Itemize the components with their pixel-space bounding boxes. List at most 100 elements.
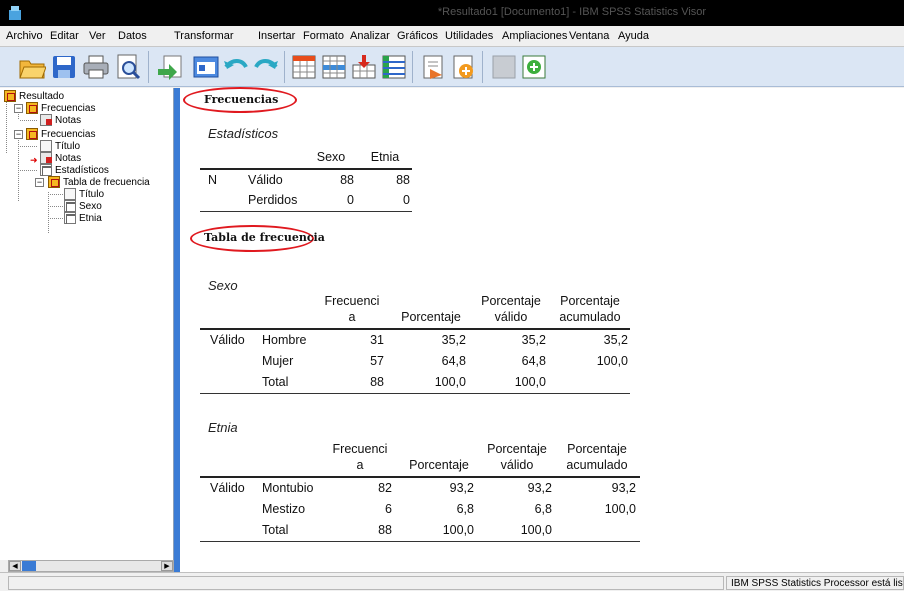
export-icon[interactable] <box>156 53 184 81</box>
stats-table-title: Estadísticos <box>208 126 279 141</box>
outline-pane[interactable]: Resultado − Frecuencias Notas − Frecuenc… <box>0 88 174 560</box>
title-bar: *Resultado1 [Documento1] - IBM SPSS Stat… <box>0 0 904 26</box>
toolbar <box>0 47 904 87</box>
pct-cell: 93,2 <box>449 481 474 495</box>
tree-item-titulo-1[interactable]: Título <box>40 140 80 152</box>
col-header: válido <box>500 458 534 472</box>
col-header: a <box>356 458 364 472</box>
col-header: Porcentaje <box>409 458 469 472</box>
status-bar: IBM SPSS Statistics Processor está listo <box>0 572 904 591</box>
tree-item-label: Estadísticos <box>55 164 109 176</box>
tree-connector <box>6 96 7 154</box>
collapse-icon[interactable]: − <box>35 178 44 187</box>
toolbar-separator <box>482 51 483 83</box>
collapse-icon[interactable]: − <box>14 130 23 139</box>
save-icon[interactable] <box>50 53 78 81</box>
pct-cell: 6,8 <box>456 502 474 516</box>
undo-icon[interactable] <box>222 53 250 81</box>
toolbar-separator <box>284 51 285 83</box>
toolbar-separator <box>412 51 413 83</box>
tree-item-notas-2[interactable]: Notas <box>40 152 81 164</box>
tree-item-etnia[interactable]: Etnia <box>64 212 102 224</box>
notes-icon <box>40 114 52 126</box>
col-header: Porcentaje <box>560 294 620 308</box>
valid-cell: 93,2 <box>527 481 552 495</box>
stats-col-etnia: Etnia <box>370 150 400 164</box>
menu-formato[interactable]: Formato <box>303 30 344 42</box>
tree-item-label: Resultado <box>19 90 65 102</box>
insert-output-icon[interactable] <box>420 53 448 81</box>
print-icon[interactable] <box>82 53 110 81</box>
open-icon[interactable] <box>18 53 46 81</box>
valid-cell: 64,8 <box>521 354 546 368</box>
processor-status: IBM SPSS Statistics Processor está listo <box>726 576 904 590</box>
valid-cell: 100,0 <box>514 375 546 389</box>
menu-analizar[interactable]: Analizar <box>350 30 390 42</box>
tree-item-label: Notas <box>55 114 82 126</box>
notes-icon <box>40 152 52 164</box>
scroll-right-icon[interactable]: ▶ <box>161 561 173 571</box>
tree-item-tabla-frecuencia[interactable]: Tabla de frecuencia <box>48 176 150 188</box>
tree-item-resultado[interactable]: Resultado <box>4 90 64 102</box>
current-item-arrow-icon: ➜ <box>30 155 38 165</box>
table-rule <box>200 211 412 212</box>
tree-item-notas-1[interactable]: Notas <box>40 114 81 126</box>
pct-cell: 100,0 <box>434 375 466 389</box>
menu-ver[interactable]: Ver <box>89 30 106 42</box>
chart-builder-icon[interactable] <box>490 53 518 81</box>
scroll-thumb[interactable] <box>22 561 36 571</box>
collapse-icon[interactable]: − <box>14 104 23 113</box>
menu-archivo[interactable]: Archivo <box>6 30 43 42</box>
pct-cell: 64,8 <box>441 354 466 368</box>
procedure-book-icon <box>26 128 38 140</box>
menu-editar[interactable]: Editar <box>50 30 79 42</box>
add-item-icon[interactable] <box>520 53 548 81</box>
tree-item-frecuencias-1[interactable]: Frecuencias <box>26 102 95 114</box>
tree-connector <box>50 206 64 207</box>
table-icon <box>64 212 76 224</box>
menu-graficos[interactable]: Gráficos <box>397 30 438 42</box>
col-header: acumulado <box>559 310 621 324</box>
outline-horizontal-scrollbar[interactable]: ◀ ▶ <box>8 560 174 572</box>
designate-window-icon[interactable] <box>450 53 478 81</box>
pct-cell: 35,2 <box>441 333 466 347</box>
menu-ayuda[interactable]: Ayuda <box>618 30 649 42</box>
procedure-book-icon <box>26 102 38 114</box>
stats-n-label: N <box>208 173 218 187</box>
menu-ventana[interactable]: Ventana <box>569 30 609 42</box>
col-header: Porcentaje <box>487 442 547 456</box>
menu-bar: Archivo Editar Ver Datos Transformar Ins… <box>0 26 904 47</box>
print-preview-icon[interactable] <box>114 53 142 81</box>
goto-case-icon[interactable] <box>320 53 348 81</box>
tree-item-label: Tabla de frecuencia <box>63 176 150 188</box>
title-icon <box>64 188 76 200</box>
output-content-pane[interactable]: Frecuencias Estadísticos Sexo Etnia N Vá… <box>180 87 904 572</box>
col-header: Frecuenci <box>332 442 388 456</box>
tree-item-estadisticos[interactable]: Estadísticos <box>40 164 109 176</box>
tree-item-titulo-2[interactable]: Título <box>64 188 104 200</box>
row-label: Hombre <box>262 333 307 347</box>
table-rule <box>200 168 412 170</box>
etnia-table-title: Etnia <box>208 420 238 435</box>
cum-cell: 100,0 <box>596 354 628 368</box>
menu-datos[interactable]: Datos <box>118 30 147 42</box>
col-header: acumulado <box>566 458 628 472</box>
heading-tabla-frecuencia: Tabla de frecuencia <box>204 231 325 244</box>
recall-dialog-icon[interactable] <box>192 53 220 81</box>
menu-ampliaciones[interactable]: Ampliaciones <box>502 30 567 42</box>
goto-variable-icon[interactable] <box>350 53 378 81</box>
redo-icon[interactable] <box>252 53 280 81</box>
tree-item-frecuencias-2[interactable]: Frecuencias <box>26 128 95 140</box>
variables-icon[interactable] <box>380 53 408 81</box>
tree-item-label: Frecuencias <box>41 102 96 114</box>
scroll-left-icon[interactable]: ◀ <box>9 561 21 571</box>
stats-row-label: Perdidos <box>248 193 298 207</box>
menu-transformar[interactable]: Transformar <box>174 30 234 42</box>
menu-utilidades[interactable]: Utilidades <box>445 30 493 42</box>
tree-item-label: Etnia <box>79 212 102 224</box>
valid-cell: 100,0 <box>520 523 552 537</box>
tree-item-sexo[interactable]: Sexo <box>64 200 102 212</box>
menu-insertar[interactable]: Insertar <box>258 30 295 42</box>
col-header: Frecuenci <box>324 294 380 308</box>
goto-data-icon[interactable] <box>290 53 318 81</box>
